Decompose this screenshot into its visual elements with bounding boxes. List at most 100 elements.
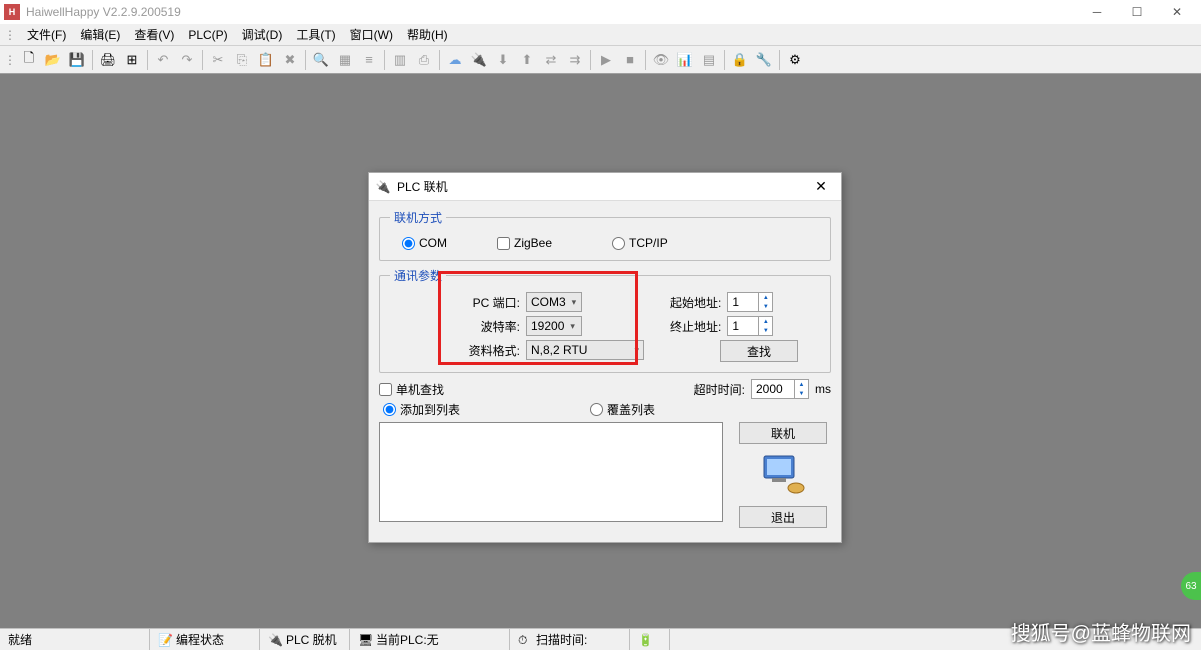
list-icon[interactable]: ≡ bbox=[358, 49, 380, 71]
menu-bar: ⋮ 文件(F) 编辑(E) 查看(V) PLC(P) 调试(D) 工具(T) 窗… bbox=[0, 24, 1201, 46]
paste-icon[interactable]: 📋 bbox=[255, 49, 277, 71]
format-label: 资料格式: bbox=[469, 342, 520, 359]
menu-help[interactable]: 帮助(H) bbox=[400, 24, 455, 45]
exit-button[interactable]: 退出 bbox=[739, 506, 827, 528]
settings-icon[interactable]: ⚙ bbox=[784, 49, 806, 71]
table-icon[interactable]: ▤ bbox=[698, 49, 720, 71]
print-icon[interactable]: 🖨 bbox=[97, 49, 119, 71]
status-prog-state: 编程状态 bbox=[176, 631, 224, 648]
stop-icon[interactable]: ■ bbox=[619, 49, 641, 71]
toolbar: ⋮ 🗋 📂 💾 🖨 ⊞ ↶ ↷ ✂ ⎘ 📋 ✖ 🔍 ▦ ≡ ▥ ⎙ ☁ 🔌 ⬇ … bbox=[0, 46, 1201, 74]
end-addr-input[interactable] bbox=[728, 317, 758, 335]
current-plc-icon: 🖥 bbox=[358, 633, 372, 647]
dialog-title: PLC 联机 bbox=[397, 178, 807, 195]
radio-zigbee-input[interactable] bbox=[497, 237, 510, 250]
compare-icon[interactable]: ⇄ bbox=[540, 49, 562, 71]
single-find-checkbox[interactable]: 单机查找 bbox=[379, 381, 444, 398]
end-addr-spinner[interactable]: ▲▼ bbox=[727, 316, 773, 336]
radio-tcpip-label: TCP/IP bbox=[629, 236, 668, 250]
undo-icon[interactable]: ↶ bbox=[152, 49, 174, 71]
maximize-button[interactable]: ☐ bbox=[1117, 0, 1157, 24]
connection-mode-group: 联机方式 COM ZigBee TCP/IP bbox=[379, 209, 831, 261]
connect-button[interactable]: 联机 bbox=[739, 422, 827, 444]
comm-params-legend: 通讯参数 bbox=[390, 267, 446, 284]
radio-add-label: 添加到列表 bbox=[400, 401, 460, 418]
single-find-label: 单机查找 bbox=[396, 381, 444, 398]
cut-icon[interactable]: ✂ bbox=[207, 49, 229, 71]
menu-plc[interactable]: PLC(P) bbox=[181, 26, 234, 44]
baud-select[interactable]: 19200 ▾ bbox=[526, 316, 582, 336]
copy-icon[interactable]: ⎘ bbox=[231, 49, 253, 71]
format-value: N,8,2 RTU bbox=[531, 343, 587, 357]
side-badge[interactable]: 63 bbox=[1181, 572, 1201, 600]
online-icon[interactable]: 🔌 bbox=[468, 49, 490, 71]
menu-view[interactable]: 查看(V) bbox=[127, 24, 181, 45]
radio-add-input[interactable] bbox=[383, 403, 396, 416]
find-button[interactable]: 查找 bbox=[720, 340, 798, 362]
connection-mode-legend: 联机方式 bbox=[390, 209, 446, 226]
spin-down-icon[interactable]: ▼ bbox=[759, 302, 772, 311]
radio-com-input[interactable] bbox=[402, 237, 415, 250]
radio-add-to-list[interactable]: 添加到列表 bbox=[383, 401, 460, 418]
menu-window[interactable]: 窗口(W) bbox=[343, 24, 400, 45]
radio-tcpip[interactable]: TCP/IP bbox=[612, 236, 668, 250]
open-icon[interactable]: 📂 bbox=[42, 49, 64, 71]
menu-debug[interactable]: 调试(D) bbox=[235, 24, 290, 45]
dialog-title-bar: 🔌 PLC 联机 ✕ bbox=[369, 173, 841, 201]
status-current-plc: 当前PLC:无 bbox=[376, 631, 439, 648]
spin-up-icon[interactable]: ▲ bbox=[759, 293, 772, 302]
menu-tools[interactable]: 工具(T) bbox=[289, 24, 342, 45]
status-plc-offline: PLC 脱机 bbox=[286, 631, 337, 648]
app-icon: H bbox=[4, 4, 20, 20]
spin-up-icon[interactable]: ▲ bbox=[759, 317, 772, 326]
upload-icon[interactable]: ⬆ bbox=[516, 49, 538, 71]
cloud-icon[interactable]: ☁ bbox=[444, 49, 466, 71]
monitor-icon[interactable]: 👁 bbox=[650, 49, 672, 71]
menu-edit[interactable]: 编辑(E) bbox=[73, 24, 127, 45]
timeout-input[interactable] bbox=[752, 380, 794, 398]
plc-list-box[interactable] bbox=[379, 422, 723, 522]
redo-icon[interactable]: ↷ bbox=[176, 49, 198, 71]
radio-zigbee-label: ZigBee bbox=[514, 236, 552, 250]
dialog-close-button[interactable]: ✕ bbox=[807, 176, 835, 198]
radio-overwrite-list[interactable]: 覆盖列表 bbox=[590, 401, 655, 418]
format-select[interactable]: N,8,2 RTU ▾ bbox=[526, 340, 644, 360]
find-icon[interactable]: 🔍 bbox=[310, 49, 332, 71]
spin-down-icon[interactable]: ▼ bbox=[795, 389, 808, 398]
spin-down-icon[interactable]: ▼ bbox=[759, 326, 772, 335]
delete-icon[interactable]: ✖ bbox=[279, 49, 301, 71]
timeout-spinner[interactable]: ▲▼ bbox=[751, 379, 809, 399]
radio-zigbee[interactable]: ZigBee bbox=[497, 236, 552, 250]
module-icon[interactable]: ▦ bbox=[334, 49, 356, 71]
compile-icon[interactable]: ⎙ bbox=[413, 49, 435, 71]
config-icon[interactable]: ▥ bbox=[389, 49, 411, 71]
minimize-button[interactable]: ─ bbox=[1077, 0, 1117, 24]
lock-icon[interactable]: 🔒 bbox=[729, 49, 751, 71]
plc-connect-dialog: 🔌 PLC 联机 ✕ 联机方式 COM ZigBee TCP/IP bbox=[368, 172, 842, 543]
battery-icon: 🔋 bbox=[638, 633, 652, 647]
close-button[interactable]: ✕ bbox=[1157, 0, 1197, 24]
single-find-input[interactable] bbox=[379, 383, 392, 396]
menu-file[interactable]: 文件(F) bbox=[20, 24, 73, 45]
radio-com[interactable]: COM bbox=[402, 236, 447, 250]
status-bar: 就绪 📝 编程状态 🔌 PLC 脱机 🖥 当前PLC:无 ⏱ 扫描时间: 🔋 bbox=[0, 628, 1201, 650]
side-badge-value: 63 bbox=[1185, 581, 1196, 592]
run-icon[interactable]: ▶ bbox=[595, 49, 617, 71]
download-icon[interactable]: ⬇ bbox=[492, 49, 514, 71]
copy-plc-icon[interactable]: ⇉ bbox=[564, 49, 586, 71]
cross-ref-icon[interactable]: ⊞ bbox=[121, 49, 143, 71]
start-addr-spinner[interactable]: ▲▼ bbox=[727, 292, 773, 312]
save-icon[interactable]: 💾 bbox=[66, 49, 88, 71]
start-addr-input[interactable] bbox=[728, 293, 758, 311]
wrench-icon[interactable]: 🔧 bbox=[753, 49, 775, 71]
chart-icon[interactable]: 📊 bbox=[674, 49, 696, 71]
radio-tcpip-input[interactable] bbox=[612, 237, 625, 250]
spin-up-icon[interactable]: ▲ bbox=[795, 380, 808, 389]
comm-params-group: 通讯参数 PC 端口: COM3 ▾ 波特率: 19200 bbox=[379, 267, 831, 373]
pc-port-select[interactable]: COM3 ▾ bbox=[526, 292, 582, 312]
exit-button-label: 退出 bbox=[771, 509, 795, 526]
radio-overwrite-input[interactable] bbox=[590, 403, 603, 416]
start-addr-label: 起始地址: bbox=[670, 294, 721, 311]
new-icon[interactable]: 🗋 bbox=[18, 49, 40, 71]
title-bar: H HaiwellHappy V2.2.9.200519 ─ ☐ ✕ bbox=[0, 0, 1201, 24]
